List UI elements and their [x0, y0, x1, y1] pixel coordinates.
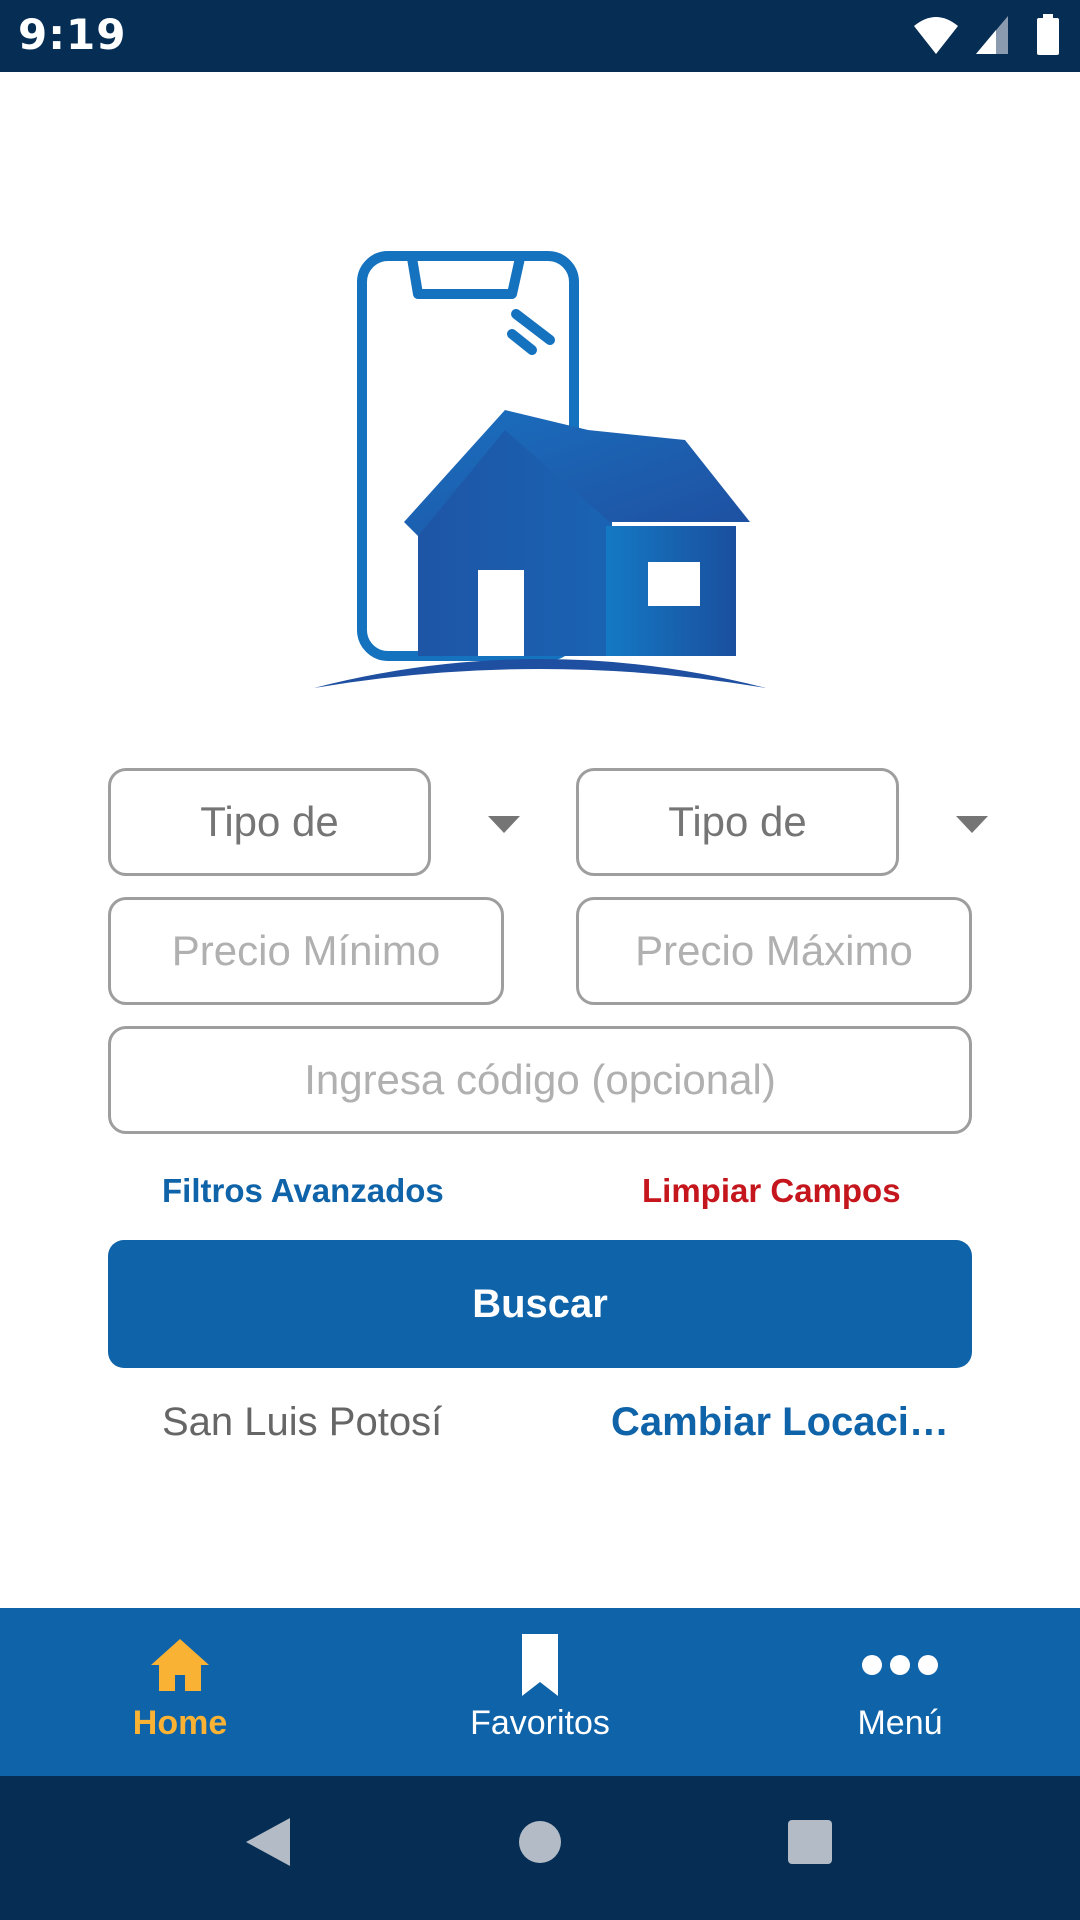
max-price-placeholder: Precio Máximo	[635, 927, 913, 974]
current-location: San Luis Potosí	[162, 1400, 443, 1444]
code-input[interactable]: Ingresa código (opcional)	[108, 1026, 972, 1134]
bottom-navigation: Home Favoritos Menú	[0, 1608, 1080, 1776]
operation-type-placeholder: Tipo de	[668, 798, 807, 845]
min-price-placeholder: Precio Mínimo	[171, 927, 441, 974]
nav-menu-label: Menú	[857, 1704, 943, 1742]
property-type-select[interactable]: Tipo de	[108, 768, 431, 876]
home-circle-icon[interactable]	[518, 1816, 562, 1868]
min-price-input[interactable]: Precio Mínimo	[108, 897, 504, 1005]
cell-signal-icon	[976, 16, 1008, 54]
code-placeholder: Ingresa código (opcional)	[304, 1056, 776, 1103]
max-price-input[interactable]: Precio Máximo	[576, 897, 972, 1005]
wifi-icon	[914, 17, 958, 54]
nav-home-label: Home	[132, 1704, 228, 1742]
advanced-filters-link[interactable]: Filtros Avanzados	[162, 1172, 444, 1210]
bookmark-icon	[522, 1634, 558, 1696]
search-button[interactable]: Buscar	[108, 1240, 972, 1368]
nav-favorites-label: Favoritos	[470, 1704, 610, 1742]
nav-home[interactable]: Home	[0, 1608, 360, 1776]
more-dots-icon	[862, 1655, 938, 1675]
battery-icon	[1037, 14, 1059, 55]
nav-menu[interactable]: Menú	[720, 1608, 1080, 1776]
status-time: 9:19	[18, 10, 127, 59]
recents-square-icon[interactable]	[786, 1816, 834, 1868]
home-icon	[151, 1639, 209, 1691]
operation-type-dropdown-arrow-icon[interactable]	[956, 816, 988, 833]
search-button-label: Buscar	[472, 1281, 608, 1326]
property-type-placeholder: Tipo de	[200, 798, 339, 845]
back-icon[interactable]	[244, 1816, 292, 1868]
operation-type-select[interactable]: Tipo de	[576, 768, 899, 876]
nav-favorites[interactable]: Favoritos	[360, 1608, 720, 1776]
app-logo	[314, 251, 766, 688]
status-bar: 9:19	[0, 0, 1080, 72]
property-type-dropdown-arrow-icon[interactable]	[488, 816, 520, 833]
change-location-link[interactable]: Cambiar Locaci…	[611, 1400, 949, 1445]
clear-fields-link[interactable]: Limpiar Campos	[642, 1172, 901, 1210]
system-navigation-bar	[0, 1776, 1080, 1920]
